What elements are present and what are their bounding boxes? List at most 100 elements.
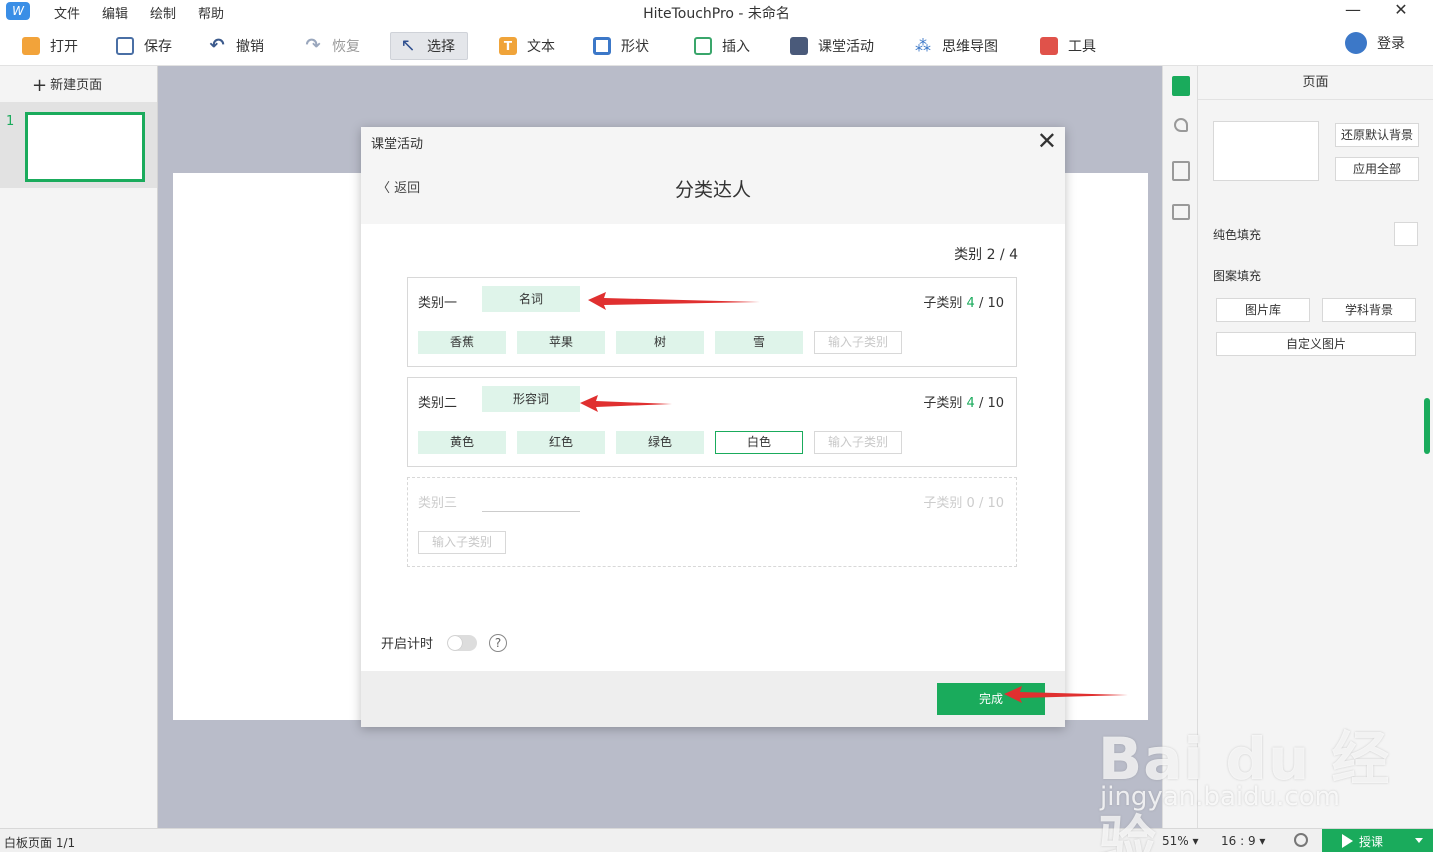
classroom-activity-button[interactable]: 课堂活动 (790, 32, 874, 60)
toolbox-icon (1040, 37, 1058, 55)
subcategory-input[interactable]: 输入子类别 (418, 531, 506, 554)
undo-icon: ↶ (209, 35, 225, 56)
category-count: 类别 2 / 4 (954, 244, 1018, 264)
tools-button[interactable]: 工具 (1040, 32, 1096, 60)
folder-icon (22, 37, 40, 55)
open-label: 打开 (50, 39, 78, 55)
page-list-panel: + 新建页面 1 (0, 66, 158, 828)
timer-toggle[interactable] (447, 634, 478, 651)
category-name-input[interactable] (482, 486, 580, 512)
dialog-footer: 完成 (361, 671, 1065, 727)
subcategory-count: 子类别 4 / 10 (923, 292, 1004, 311)
baidu-watermark-url: jingyan.baidu.com (1100, 782, 1340, 812)
cursor-arrow-icon: ↖ (400, 35, 416, 56)
select-tool-button[interactable]: ↖ 选择 (390, 32, 468, 60)
close-window-button[interactable]: ✕ (1377, 0, 1425, 22)
pin-icon[interactable] (1174, 118, 1188, 132)
book-icon[interactable] (1172, 161, 1190, 181)
subcategory-count: 子类别 0 / 10 (923, 492, 1004, 511)
page-info: 白板页面 1/1 (4, 836, 76, 850)
main-toolbar: 打开 保存 ↶ 撤销 ↷ 恢复 ↖ 选择 T 文本 形状 插入 课堂活动 ⁂ 思… (0, 24, 1433, 66)
subcategory-total: / 10 (974, 296, 1004, 311)
category-card-empty: 类别三 子类别 0 / 10 输入子类别 (407, 477, 1017, 567)
save-button[interactable]: 保存 (116, 32, 172, 60)
insert-button[interactable]: 插入 (694, 32, 750, 60)
category-label: 类别三 (418, 496, 458, 511)
tray-icon[interactable] (1172, 204, 1190, 220)
restore-background-button[interactable]: 还原默认背景 (1335, 123, 1419, 147)
save-label: 保存 (144, 39, 172, 55)
subcategory-chip[interactable]: 绿色 (616, 431, 704, 454)
window-title: HiteTouchPro - 未命名 (643, 6, 790, 22)
apply-all-button[interactable]: 应用全部 (1335, 157, 1419, 181)
category-label: 类别二 (418, 396, 458, 411)
image-library-button[interactable]: 图片库 (1216, 298, 1310, 322)
properties-title: 页面 (1198, 66, 1433, 100)
subject-background-button[interactable]: 学科背景 (1322, 298, 1416, 322)
mindmap-button[interactable]: ⁂ 思维导图 (914, 32, 998, 60)
subcategory-chip[interactable]: 雪 (715, 331, 803, 354)
background-preview (1213, 121, 1319, 181)
tools-label: 工具 (1068, 39, 1096, 55)
text-label: 文本 (527, 39, 555, 55)
open-button[interactable]: 打开 (22, 32, 78, 60)
window-controls: — ✕ (1329, 0, 1425, 22)
color-swatch[interactable] (1394, 222, 1418, 246)
page-properties-icon[interactable] (1172, 76, 1190, 96)
subcategory-input[interactable]: 输入子类别 (814, 431, 902, 454)
select-label: 选择 (427, 39, 455, 55)
subcategory-label: 子类别 (923, 396, 963, 411)
mindmap-icon: ⁂ (915, 36, 931, 55)
subcategory-chip[interactable]: 苹果 (517, 331, 605, 354)
category-count-label: 类别 (954, 247, 983, 263)
done-button[interactable]: 完成 (937, 683, 1045, 715)
custom-image-button[interactable]: 自定义图片 (1216, 332, 1416, 356)
pattern-fill-label: 图案填充 (1213, 269, 1262, 283)
login-label: 登录 (1377, 36, 1405, 52)
timer-setting: 开启计时 ? (381, 633, 508, 652)
subcategory-input[interactable]: 输入子类别 (814, 331, 902, 354)
category-card: 类别一 名词 子类别 4 / 10 香蕉 苹果 树 雪 输入子类别 (407, 277, 1017, 367)
page-thumbnail[interactable] (25, 112, 145, 182)
shape-tool-button[interactable]: 形状 (593, 32, 649, 60)
shape-label: 形状 (621, 39, 649, 55)
title-bar: W 文件 编辑 绘制 帮助 HiteTouchPro - 未命名 — ✕ (0, 0, 1433, 24)
panel-scrollbar[interactable] (1424, 398, 1430, 454)
insert-label: 插入 (722, 39, 750, 55)
user-avatar-icon (1345, 32, 1367, 54)
page-number: 1 (6, 114, 15, 129)
redo-label: 恢复 (332, 39, 360, 55)
subcategory-chip[interactable]: 黄色 (418, 431, 506, 454)
subcategory-count: 子类别 4 / 10 (923, 392, 1004, 411)
activity-label: 课堂活动 (818, 39, 874, 55)
close-icon[interactable]: ✕ (1037, 129, 1057, 153)
subcategory-list: 黄色 红色 绿色 白色 输入子类别 (418, 431, 902, 454)
activity-heading: 分类达人 (674, 179, 751, 201)
subcategory-list: 香蕉 苹果 树 雪 输入子类别 (418, 331, 902, 354)
category-name-input[interactable]: 名词 (482, 286, 580, 312)
save-icon (116, 37, 134, 55)
dialog-title: 课堂活动 (371, 137, 424, 152)
subcategory-chip-editing[interactable]: 白色 (715, 431, 803, 454)
category-label: 类别一 (418, 296, 458, 311)
subcategory-chip[interactable]: 红色 (517, 431, 605, 454)
subcategory-chip[interactable]: 香蕉 (418, 331, 506, 354)
login-button[interactable]: 登录 (1345, 32, 1405, 54)
minimize-button[interactable]: — (1329, 0, 1377, 22)
help-icon[interactable]: ? (489, 633, 508, 652)
activity-icon (790, 37, 808, 55)
subcategory-list: 输入子类别 (418, 531, 506, 554)
text-tool-button[interactable]: T 文本 (499, 32, 555, 60)
shape-icon (593, 37, 611, 55)
undo-button[interactable]: ↶ 撤销 (208, 32, 264, 60)
subcategory-chip[interactable]: 树 (616, 331, 704, 354)
subcategory-label: 子类别 (923, 296, 963, 311)
page-thumbnail-row[interactable]: 1 (0, 102, 157, 188)
category-name-input[interactable]: 形容词 (482, 386, 580, 412)
insert-icon (694, 37, 712, 55)
new-page-button[interactable]: + 新建页面 (32, 74, 102, 96)
plus-icon: + (32, 75, 48, 96)
undo-label: 撤销 (236, 39, 264, 55)
subcategory-total: / 10 (974, 396, 1004, 411)
redo-button[interactable]: ↷ 恢复 (304, 32, 360, 60)
